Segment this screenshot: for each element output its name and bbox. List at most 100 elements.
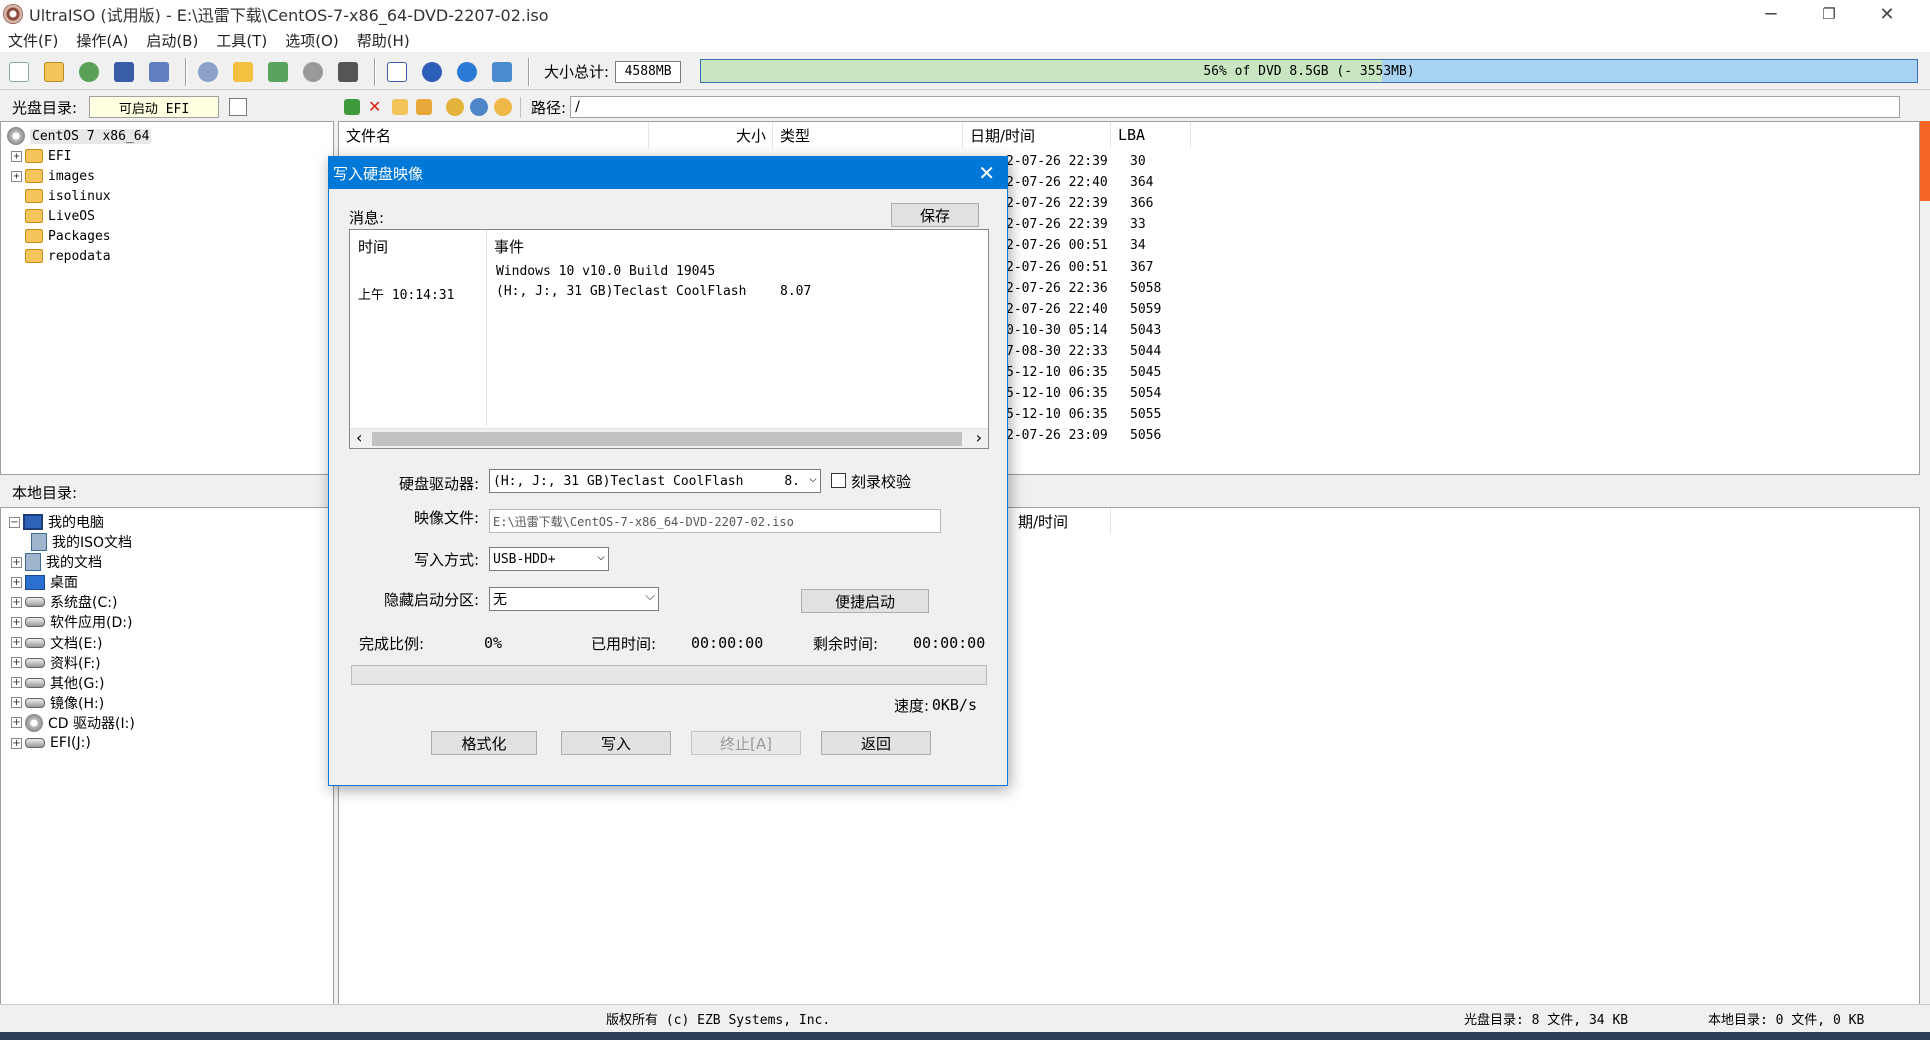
expand-icon[interactable]: +: [11, 677, 22, 689]
save-button[interactable]: [109, 58, 139, 86]
expand-icon[interactable]: +: [11, 637, 22, 648]
info-icon: [422, 61, 442, 82]
expand-icon[interactable]: +: [11, 596, 22, 608]
log-horizontal-scrollbar[interactable]: ‹ ›: [350, 428, 988, 448]
col-datetime[interactable]: 日期/时间: [963, 122, 1111, 148]
tree-root-my-computer[interactable]: − 我的电脑: [9, 512, 104, 532]
save-log-button[interactable]: 保存: [891, 203, 979, 227]
expand-icon[interactable]: +: [11, 717, 22, 729]
col-type[interactable]: 类型: [773, 122, 963, 148]
local-tree-item[interactable]: 我的ISO文档: [31, 532, 132, 552]
local-tree-item[interactable]: + 资料(F:): [11, 653, 101, 673]
help-button[interactable]: [452, 58, 482, 86]
save-as-button[interactable]: [144, 58, 174, 86]
scroll-thumb[interactable]: [372, 432, 962, 446]
image-file-field[interactable]: E:\迅雷下载\CentOS-7-x86_64-DVD-2207-02.iso: [489, 509, 941, 533]
menu-help[interactable]: 帮助(H): [357, 30, 410, 51]
expand-icon[interactable]: +: [11, 697, 22, 709]
write-button[interactable]: 写入: [561, 731, 671, 755]
new-folder-icon[interactable]: [392, 99, 408, 115]
minimize-button[interactable]: ─: [1742, 0, 1800, 28]
new-button[interactable]: [4, 58, 34, 86]
settings-gear-icon[interactable]: [470, 98, 488, 116]
elapsed-label: 已用时间:: [591, 635, 657, 653]
expand-icon[interactable]: +: [11, 616, 22, 628]
open-button[interactable]: [39, 58, 69, 86]
expand-icon[interactable]: +: [11, 657, 22, 669]
row-lba: 5055: [1130, 407, 1162, 423]
compress-button[interactable]: [263, 58, 293, 86]
tree-item[interactable]: repodata: [25, 246, 111, 266]
dialog-close-button[interactable]: ✕: [978, 161, 995, 185]
write-mode-select[interactable]: USB-HDD+ ⌵: [489, 547, 609, 571]
tree-item[interactable]: LiveOS: [25, 206, 95, 226]
close-window-button[interactable]: ✕: [1858, 0, 1916, 28]
tree-item[interactable]: + EFI: [11, 146, 71, 166]
expand-icon[interactable]: +: [11, 150, 22, 162]
open-cd-button[interactable]: [74, 58, 104, 86]
menu-action[interactable]: 操作(A): [76, 30, 128, 51]
tree-item[interactable]: + images: [11, 166, 95, 186]
make-cd-image-button[interactable]: [193, 58, 223, 86]
maximize-button[interactable]: ❐: [1800, 0, 1858, 28]
menu-options[interactable]: 选项(O): [285, 30, 339, 51]
back-button[interactable]: 返回: [821, 731, 931, 755]
local-tree-item[interactable]: + EFI(J:): [11, 733, 91, 753]
size-total-label: 大小总计:: [544, 63, 610, 81]
local-tree-item[interactable]: + 其他(G:): [11, 673, 105, 693]
tree-root[interactable]: CentOS 7 x86_64: [7, 126, 152, 146]
tree-item[interactable]: Packages: [25, 226, 111, 246]
iso-dir-header: 光盘目录: 可启动 EFI: [0, 94, 334, 120]
collapse-icon[interactable]: −: [9, 516, 20, 528]
stop-button[interactable]: 终止[A]: [691, 731, 801, 755]
scroll-left-icon[interactable]: ‹: [356, 428, 362, 447]
local-tree-item[interactable]: + CD 驱动器(I:): [11, 713, 135, 733]
quick-boot-button[interactable]: 便捷启动: [801, 589, 929, 613]
exit-button[interactable]: [487, 58, 517, 86]
expand-icon[interactable]: +: [11, 737, 22, 749]
local-tree-item[interactable]: + 镜像(H:): [11, 693, 104, 713]
boot-type-field[interactable]: 可启动 EFI: [89, 96, 220, 118]
drive-select[interactable]: (H:, J:, 31 GB)Teclast CoolFlash 8. ⌵: [489, 469, 821, 493]
path-field[interactable]: /: [570, 96, 1901, 118]
rename-icon[interactable]: [416, 99, 432, 115]
format-button[interactable]: 格式化: [431, 731, 537, 755]
vertical-scroll-accent[interactable]: [1920, 121, 1930, 201]
expand-icon[interactable]: +: [11, 576, 22, 588]
local-tree-item[interactable]: + 我的文档: [11, 552, 102, 572]
menu-file[interactable]: 文件(F): [8, 30, 58, 51]
expand-icon[interactable]: +: [11, 170, 22, 182]
col-size[interactable]: 大小: [649, 122, 773, 148]
scroll-right-icon[interactable]: ›: [976, 428, 982, 447]
verify-checkbox[interactable]: [831, 473, 846, 488]
hide-icon[interactable]: [446, 98, 464, 116]
properties-button[interactable]: [382, 58, 412, 86]
tree-item[interactable]: isolinux: [25, 186, 111, 206]
row-lba: 5043: [1130, 322, 1162, 338]
tree-item-label: LiveOS: [48, 208, 95, 224]
info-button[interactable]: [417, 58, 447, 86]
boot-edit-icon[interactable]: [229, 98, 248, 116]
local-tree-item[interactable]: + 系统盘(C:): [11, 592, 117, 612]
burn-button[interactable]: [298, 58, 328, 86]
menu-bootable[interactable]: 启动(B): [146, 30, 198, 51]
col-filename[interactable]: 文件名: [339, 122, 649, 148]
folder-icon: [25, 209, 43, 223]
refresh-icon[interactable]: [494, 98, 512, 116]
delete-icon[interactable]: ✕: [368, 99, 384, 115]
expand-icon[interactable]: +: [11, 556, 22, 568]
col-local-datetime[interactable]: 期/时间: [1011, 508, 1111, 534]
compress-icon: [268, 61, 288, 82]
mount-button[interactable]: [333, 58, 363, 86]
local-tree-item[interactable]: + 文档(E:): [11, 633, 103, 653]
hidden-partition-select[interactable]: 无 ⌵: [489, 587, 659, 611]
local-tree-item[interactable]: + 软件应用(D:): [11, 612, 132, 632]
menu-tools[interactable]: 工具(T): [216, 30, 267, 51]
capacity-bar[interactable]: 56% of DVD 8.5GB (- 3553MB): [700, 59, 1918, 83]
row-datetime: 2-07-26 22:39: [1006, 196, 1108, 212]
local-tree-item[interactable]: + 桌面: [11, 572, 78, 592]
log-line2-value: 8.07: [780, 284, 812, 299]
up-arrow-icon[interactable]: [344, 99, 360, 115]
extract-button[interactable]: [228, 58, 258, 86]
col-lba[interactable]: LBA: [1111, 122, 1191, 148]
